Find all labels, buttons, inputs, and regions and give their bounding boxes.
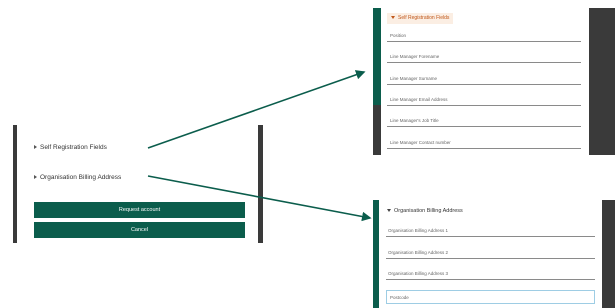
field-billing-address-3[interactable]: Organisation Billing Address 3 <box>388 271 448 276</box>
field-line-manager-surname[interactable]: Line Manager Surname <box>390 76 437 81</box>
zoom1-left-accent <box>373 8 381 105</box>
field-underline <box>387 105 581 106</box>
zoom2-left-accent <box>373 200 379 308</box>
field-underline <box>386 258 595 259</box>
zoom1-right-dark <box>589 8 615 155</box>
callout-arrows <box>147 70 372 222</box>
zoom2-right-dark <box>602 200 615 308</box>
zoom1-left-dark <box>373 105 381 155</box>
zoom2-section-header[interactable]: Organisation Billing Address <box>387 208 463 214</box>
field-billing-address-2[interactable]: Organisation Billing Address 2 <box>388 250 448 255</box>
field-billing-address-1[interactable]: Organisation Billing Address 1 <box>388 228 448 233</box>
section-label: Self Registration Fields <box>398 15 450 21</box>
zoom1-section-header[interactable]: Self Registration Fields <box>387 13 454 24</box>
chevron-down-icon <box>391 16 395 20</box>
field-line-manager-email[interactable]: Line Manager Email Address <box>390 97 448 102</box>
field-line-manager-forename[interactable]: Line Manager Forename <box>390 54 439 59</box>
arrow-to-self-registration <box>147 70 366 149</box>
field-line-manager-contact-number[interactable]: Line Manager Contact number <box>390 140 451 145</box>
field-underline <box>386 279 595 280</box>
field-underline <box>387 41 581 42</box>
field-underline <box>387 62 581 63</box>
arrow-to-billing-address <box>147 175 372 222</box>
field-underline <box>387 126 581 127</box>
field-underline <box>386 236 595 237</box>
postcode-input-box[interactable] <box>386 290 595 304</box>
field-position[interactable]: Position <box>390 33 406 38</box>
field-postcode[interactable]: Postcode <box>390 295 409 300</box>
field-underline <box>387 84 581 85</box>
field-underline <box>387 148 581 149</box>
chevron-down-icon <box>387 209 391 213</box>
field-line-manager-job-title[interactable]: Line Manager's Job Title <box>390 118 439 123</box>
section-label: Organisation Billing Address <box>394 208 463 214</box>
